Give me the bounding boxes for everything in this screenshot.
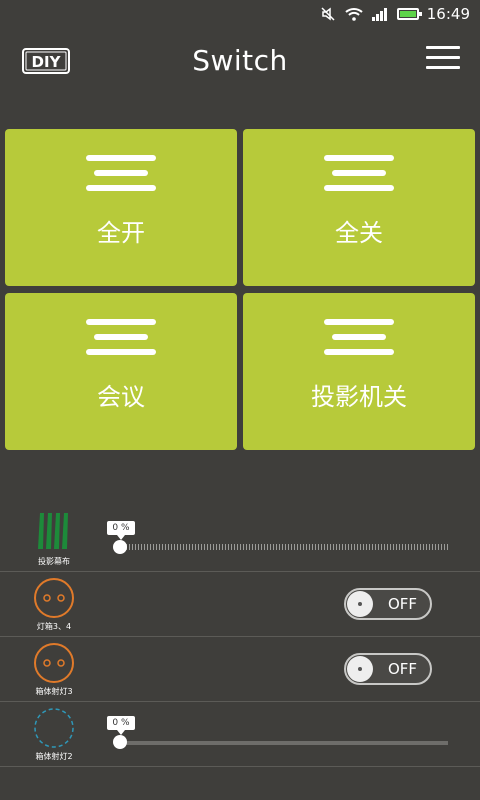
scene-menu-icon bbox=[86, 319, 156, 364]
hamburger-menu-icon[interactable] bbox=[426, 46, 460, 74]
projector-screen-icon bbox=[22, 511, 86, 555]
status-bar: 16:49 bbox=[0, 0, 480, 28]
wifi-icon bbox=[345, 6, 363, 22]
device-label: 投影幕布 bbox=[38, 557, 70, 566]
device-label: 箱体射灯3 bbox=[35, 687, 73, 696]
scene-tile-all-on[interactable]: 全开 bbox=[5, 129, 237, 286]
scene-tile-meeting[interactable]: 会议 bbox=[5, 293, 237, 450]
toggle-state: OFF bbox=[388, 595, 418, 613]
mute-icon bbox=[319, 6, 337, 22]
scene-tile-projector-off[interactable]: 投影机关 bbox=[243, 293, 475, 450]
battery-icon bbox=[396, 8, 422, 20]
light-box-toggle[interactable]: OFF bbox=[344, 588, 432, 620]
scene-label: 全关 bbox=[335, 219, 383, 247]
scene-menu-icon bbox=[324, 319, 394, 364]
toggle-state: OFF bbox=[388, 660, 418, 678]
scene-menu-icon bbox=[324, 155, 394, 200]
page-title: Switch bbox=[192, 44, 288, 77]
scene-menu-icon bbox=[86, 155, 156, 200]
status-time: 16:49 bbox=[426, 5, 470, 23]
device-row: 投影幕布 0 % bbox=[0, 507, 480, 572]
socket-icon bbox=[22, 641, 86, 685]
scene-label: 会议 bbox=[97, 383, 145, 411]
slider-value: 0 % bbox=[107, 716, 135, 735]
slider-thumb[interactable] bbox=[113, 735, 127, 749]
dimmer-ring-icon bbox=[22, 706, 86, 750]
scene-label: 全开 bbox=[97, 219, 145, 247]
scene-label: 投影机关 bbox=[311, 383, 407, 411]
app-header: DIY Switch bbox=[0, 28, 480, 96]
toggle-knob bbox=[347, 656, 373, 682]
signal-icon bbox=[371, 6, 389, 22]
scene-tiles: 全开 全关 会议 投影机关 bbox=[5, 129, 475, 451]
dimmer-slider[interactable]: 0 % bbox=[107, 714, 448, 754]
slider-value: 0 % bbox=[107, 521, 135, 540]
device-label: 灯箱3、4 bbox=[36, 622, 72, 631]
screen-slider[interactable]: 0 % bbox=[107, 519, 448, 559]
device-row: 箱体射灯3 OFF bbox=[0, 637, 480, 702]
device-row: 箱体射灯2 0 % bbox=[0, 702, 480, 767]
device-list: 投影幕布 0 % 灯箱3、4 OFF 箱体射灯3 OFF 箱体射灯2 0 % bbox=[0, 507, 480, 767]
spotlight-toggle[interactable]: OFF bbox=[344, 653, 432, 685]
slider-thumb[interactable] bbox=[113, 540, 127, 554]
toggle-knob bbox=[347, 591, 373, 617]
slider-track[interactable] bbox=[120, 741, 448, 745]
device-label: 箱体射灯2 bbox=[35, 752, 73, 761]
scene-tile-all-off[interactable]: 全关 bbox=[243, 129, 475, 286]
device-row: 灯箱3、4 OFF bbox=[0, 572, 480, 637]
socket-icon bbox=[22, 576, 86, 620]
slider-track[interactable] bbox=[120, 544, 448, 550]
